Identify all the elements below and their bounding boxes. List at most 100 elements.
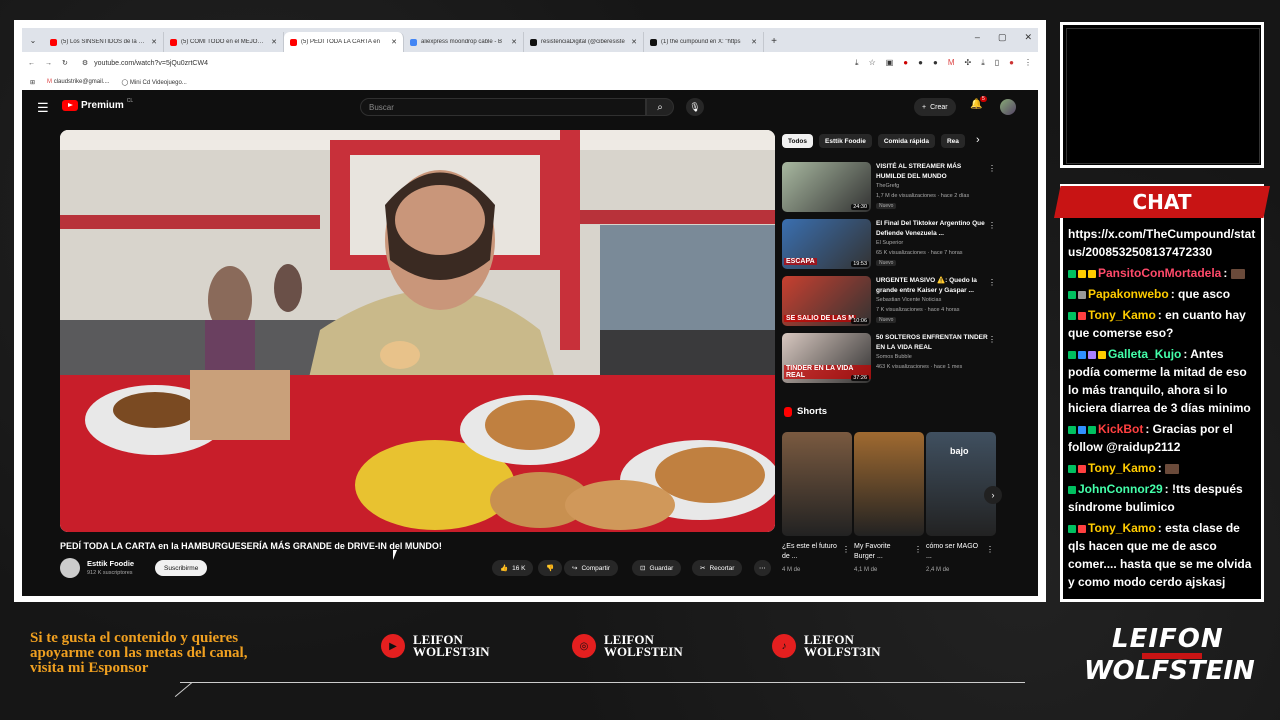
site-info-icon[interactable]: ⚙ (82, 59, 88, 67)
channel-avatar[interactable] (60, 558, 80, 578)
chip-todos[interactable]: Todos (782, 134, 814, 148)
browser-tab[interactable]: (5) COMÍ TODO en el MEJOR SI ✕ (164, 32, 284, 52)
url-field[interactable]: ⚙ youtube.com/watch?v=5jQu0zrtCW4 (78, 56, 845, 70)
tab-search-icon[interactable]: ⌄ (22, 28, 44, 52)
close-tab-icon[interactable]: ✕ (751, 38, 757, 46)
like-button[interactable]: 👍 16 K (492, 560, 534, 576)
forward-icon[interactable]: → (45, 60, 52, 67)
subscribe-button[interactable]: Suscribirme (155, 560, 208, 576)
chat-username[interactable]: KickBot (1098, 422, 1143, 436)
rec-channel[interactable]: Somos Bubble (876, 354, 912, 360)
save-button[interactable]: ⊡ Guardar (632, 560, 682, 576)
short-thumbnail[interactable] (782, 432, 852, 536)
short-thumbnail[interactable] (854, 432, 924, 536)
apps-grid-icon[interactable]: ⊞ (30, 79, 35, 86)
video-thumbnail[interactable]: SE SALIO DE LAS M 10:06 (782, 276, 871, 326)
more-options-icon[interactable]: ⋮ (988, 278, 996, 287)
recommended-video[interactable]: TINDER EN LA VIDA REAL 37:26 50 SOLTEROS… (782, 333, 1008, 385)
rec-channel[interactable]: Sebastian Vicente Noticias (876, 297, 941, 303)
short-thumbnail[interactable]: bajo (926, 432, 996, 536)
rec-title[interactable]: 50 SOLTEROS ENFRENTAN TINDER EN LA VIDA … (876, 333, 988, 353)
gmail-icon[interactable]: M (948, 58, 955, 68)
chat-username[interactable]: Tony_Kamo (1088, 308, 1156, 322)
sidebar-icon[interactable]: ▯ (995, 58, 999, 68)
short-title[interactable]: ¿Es este el futuro de ... (782, 542, 840, 562)
account-avatar[interactable] (1000, 99, 1016, 115)
chat-username[interactable]: PansitoConMortadela (1098, 266, 1221, 280)
tab-favicon (50, 38, 57, 46)
short-title[interactable]: cómo ser MAGO ... (926, 542, 984, 562)
maximize-button[interactable]: ▢ (998, 32, 1007, 43)
extension-icon[interactable]: ● (903, 58, 908, 68)
recommended-video[interactable]: ESCAPA 19:53 El Final Del Tiktoker Argen… (782, 219, 1008, 271)
more-options-icon[interactable]: ⋮ (842, 545, 850, 554)
kebab-menu-icon[interactable]: ⋮ (1024, 58, 1032, 68)
shorts-next-button[interactable]: › (984, 486, 1002, 504)
dislike-button[interactable]: 👎 (538, 560, 563, 576)
rec-title[interactable]: URGENTE MASIVO ⚠️: Quedo la grande entre… (876, 276, 988, 296)
voice-search-button[interactable]: 🎙 (686, 98, 704, 116)
chat-username[interactable]: Papakonwebo (1088, 287, 1169, 301)
more-actions-button[interactable]: ⋯ (754, 560, 771, 576)
reload-icon[interactable]: ↻ (62, 59, 68, 67)
chip-rea[interactable]: Rea (940, 134, 965, 148)
bookmark-gmail[interactable]: M claudstrike@gmail.... (47, 79, 109, 85)
browser-tab[interactable]: (5) PEDÍ TODA LA CARTA en ✕ (284, 32, 404, 52)
search-button[interactable]: ⌕ (646, 98, 674, 116)
chat-username[interactable]: Tony_Kamo (1088, 461, 1156, 475)
channel-name[interactable]: Esttik Foodie (87, 559, 134, 568)
hamburger-menu-icon[interactable]: ☰ (37, 100, 49, 116)
video-thumbnail[interactable]: TINDER EN LA VIDA REAL 37:26 (782, 333, 871, 383)
chip-fast-food[interactable]: Comida rápida (877, 134, 935, 148)
close-tab-icon[interactable]: ✕ (271, 38, 277, 46)
puzzle-icon[interactable]: ✣ (965, 58, 972, 68)
chat-username[interactable]: Galleta_Kujo (1108, 347, 1181, 361)
video-player[interactable] (60, 130, 775, 532)
browser-tab[interactable]: resistenciaDigital (@ciberesiste ✕ (524, 32, 644, 52)
bookmark-star-icon[interactable]: ☆ (869, 58, 876, 68)
extension-icon[interactable]: ● (933, 58, 938, 68)
chat-message: https://x.com/TheCumpound/status/2008532… (1068, 225, 1256, 261)
recommended-video[interactable]: SE SALIO DE LAS M 10:06 URGENTE MASIVO ⚠… (782, 276, 1008, 328)
more-options-icon[interactable]: ⋮ (988, 221, 996, 230)
rec-channel[interactable]: TheGrefg (876, 183, 899, 189)
browser-tab[interactable]: (5) Los SINSENTIDOS de la saga ✕ (44, 32, 164, 52)
download-icon[interactable]: ⤓ (981, 58, 985, 68)
create-button[interactable]: + Crear (914, 98, 956, 116)
chip-channel[interactable]: Esttik Foodie (819, 134, 872, 148)
search-input[interactable]: Buscar (360, 98, 646, 116)
close-tab-icon[interactable]: ✕ (151, 38, 157, 46)
clip-button[interactable]: ✂ Recortar (692, 560, 743, 576)
rec-title[interactable]: El Final Del Tiktoker Argentino Que Defi… (876, 219, 988, 239)
share-button[interactable]: ↪ Compartir (564, 560, 618, 576)
chat-username[interactable]: Tony_Kamo (1088, 521, 1156, 535)
close-tab-icon[interactable]: ✕ (391, 38, 397, 46)
recommended-video[interactable]: 24:30 VISITÉ AL STREAMER MÁS HUMILDE DEL… (782, 162, 1008, 214)
youtube-logo[interactable]: Premium CL (62, 98, 133, 111)
more-options-icon[interactable]: ⋮ (914, 545, 922, 554)
video-thumbnail[interactable]: ESCAPA 19:53 (782, 219, 871, 269)
back-icon[interactable]: ← (28, 60, 35, 67)
browser-tab[interactable]: aliexpress moondrop cable - B ✕ (404, 32, 524, 52)
chevron-right-icon[interactable]: › (976, 134, 980, 146)
profile-icon[interactable]: ● (1009, 58, 1014, 68)
minimize-button[interactable]: – (975, 32, 980, 43)
more-options-icon[interactable]: ⋮ (986, 545, 994, 554)
bookmark-mini-cd[interactable]: ◯ Mini Cd Videojuego... (121, 79, 186, 86)
extension-icon[interactable]: ● (918, 58, 923, 68)
new-tab-button[interactable]: + (764, 32, 784, 52)
video-thumbnail[interactable]: 24:30 (782, 162, 871, 212)
short-title[interactable]: My Favorite Burger ... (854, 542, 912, 562)
more-options-icon[interactable]: ⋮ (988, 164, 996, 173)
more-options-icon[interactable]: ⋮ (988, 335, 996, 344)
browser-tab[interactable]: (1) the cumpound en X: "https ✕ (644, 32, 764, 52)
rec-channel[interactable]: El Superior (876, 240, 903, 246)
install-icon[interactable]: ⤓ (855, 58, 859, 68)
chat-username[interactable]: JohnConnor29 (1078, 482, 1163, 496)
close-window-button[interactable]: ✕ (1024, 32, 1032, 43)
rec-title[interactable]: VISITÉ AL STREAMER MÁS HUMILDE DEL MUNDO (876, 162, 988, 182)
close-tab-icon[interactable]: ✕ (511, 38, 517, 46)
extension-icon[interactable]: ▣ (886, 58, 894, 68)
close-tab-icon[interactable]: ✕ (631, 38, 637, 46)
chat-badge-icon (1088, 425, 1096, 434)
